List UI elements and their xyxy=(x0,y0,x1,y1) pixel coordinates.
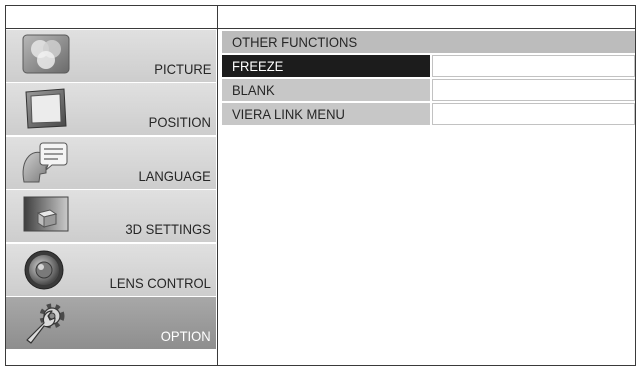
submenu-title: OTHER FUNCTIONS xyxy=(222,31,635,53)
position-icon xyxy=(20,86,72,130)
main-menu-item-lens-control[interactable]: LENS CONTROL xyxy=(6,243,216,296)
option-icon xyxy=(20,300,72,344)
menu-item-label: LENS CONTROL xyxy=(109,274,211,291)
submenu-item-label: FREEZE xyxy=(232,58,284,74)
submenu-item-value xyxy=(432,79,635,101)
submenu-row-blank[interactable]: BLANK xyxy=(222,79,635,101)
top-divider xyxy=(5,28,636,29)
menu-item-label: OPTION xyxy=(161,327,211,344)
main-menu-item-language[interactable]: LANGUAGE xyxy=(6,136,216,189)
submenu-item-label: BLANK xyxy=(232,82,275,98)
main-menu-item-picture[interactable]: PICTURE xyxy=(6,30,216,82)
sub-menu: OTHER FUNCTIONS FREEZE BLANK VIERA LINK … xyxy=(222,31,635,125)
menu-item-label: PICTURE xyxy=(153,61,211,77)
lens-control-icon xyxy=(20,247,72,291)
language-icon xyxy=(20,140,72,184)
submenu-item-value xyxy=(432,55,635,77)
menu-item-label: 3D SETTINGS xyxy=(125,221,211,238)
main-menu: PICTURE POSITION LANGUAGE 3D SETTINGS LE… xyxy=(6,30,216,349)
3d-settings-icon xyxy=(20,193,72,237)
submenu-title-text: OTHER FUNCTIONS xyxy=(232,34,358,50)
submenu-item-label: VIERA LINK MENU xyxy=(232,106,345,122)
submenu-item-label-cell: BLANK xyxy=(222,79,430,101)
picture-icon xyxy=(20,33,72,77)
menu-item-label: LANGUAGE xyxy=(138,167,211,184)
panel-divider xyxy=(217,5,218,366)
main-menu-item-3d-settings[interactable]: 3D SETTINGS xyxy=(6,190,216,243)
submenu-row-freeze[interactable]: FREEZE xyxy=(222,55,635,77)
submenu-item-label-cell: FREEZE xyxy=(222,55,430,77)
submenu-item-value xyxy=(432,103,635,125)
menu-item-label: POSITION xyxy=(148,114,211,131)
submenu-item-label-cell: VIERA LINK MENU xyxy=(222,103,430,125)
main-menu-item-position[interactable]: POSITION xyxy=(6,83,216,136)
main-menu-item-option[interactable]: OPTION xyxy=(6,296,216,349)
submenu-row-viera-link-menu[interactable]: VIERA LINK MENU xyxy=(222,103,635,125)
